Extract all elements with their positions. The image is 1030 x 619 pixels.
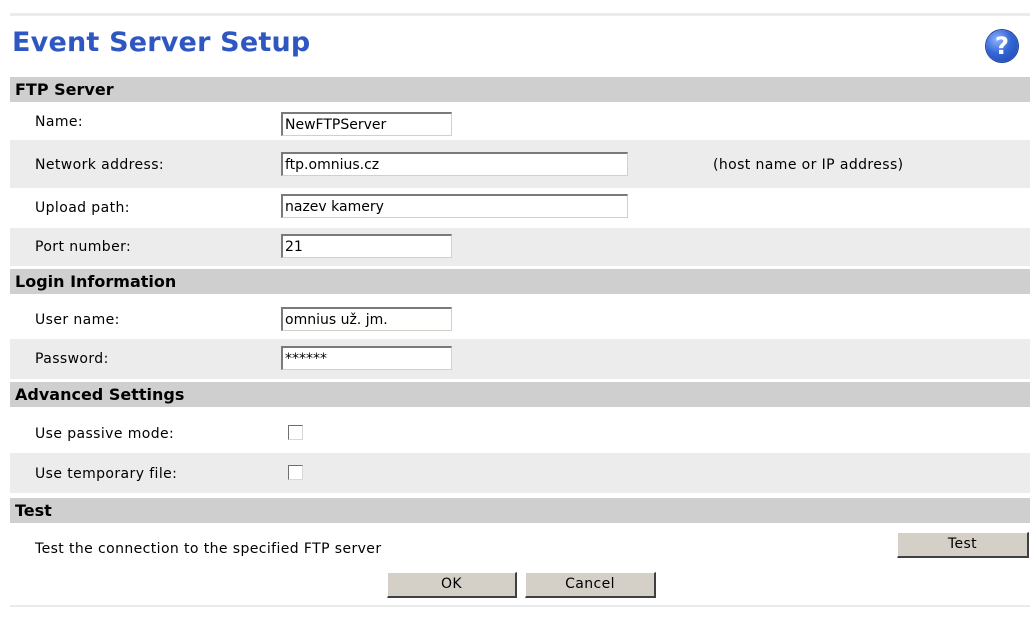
test-button[interactable]: Test	[897, 532, 1029, 558]
question-mark-icon[interactable]: ?	[986, 30, 1018, 62]
password-field[interactable]	[281, 346, 452, 370]
password-label: Password:	[35, 351, 109, 367]
top-divider	[10, 13, 1030, 16]
test-description: Test the connection to the specified FTP…	[35, 541, 382, 557]
row-user-name: User name:	[10, 294, 1030, 339]
row-network-address: Network address: (host name or IP addres…	[10, 140, 1030, 188]
row-name: Name:	[10, 102, 1030, 140]
name-label: Name:	[35, 114, 84, 130]
upload-path-field[interactable]	[281, 194, 628, 218]
section-test: Test	[10, 498, 1030, 523]
passive-mode-checkbox[interactable]	[288, 425, 303, 440]
row-upload-path: Upload path:	[10, 188, 1030, 228]
upload-path-label: Upload path:	[35, 200, 130, 216]
user-name-label: User name:	[35, 312, 120, 328]
passive-mode-label: Use passive mode:	[35, 426, 175, 442]
row-temporary-file: Use temporary file:	[10, 453, 1030, 493]
row-port-number: Port number:	[10, 228, 1030, 266]
network-address-field[interactable]	[281, 152, 628, 176]
port-number-label: Port number:	[35, 239, 132, 255]
row-password: Password:	[10, 339, 1030, 379]
temporary-file-checkbox[interactable]	[288, 465, 303, 480]
port-number-field[interactable]	[281, 234, 452, 258]
row-passive-mode: Use passive mode:	[10, 407, 1030, 453]
section-advanced-settings: Advanced Settings	[10, 382, 1030, 407]
network-address-hint: (host name or IP address)	[713, 157, 904, 173]
network-address-label: Network address:	[35, 157, 165, 173]
section-ftp-server: FTP Server	[10, 77, 1030, 102]
bottom-divider	[10, 605, 1030, 607]
ok-button[interactable]: OK	[387, 572, 517, 598]
temporary-file-label: Use temporary file:	[35, 466, 178, 482]
page-title: Event Server Setup	[12, 27, 311, 58]
section-login-information: Login Information	[10, 269, 1030, 294]
cancel-button[interactable]: Cancel	[525, 572, 656, 598]
user-name-field[interactable]	[281, 307, 452, 331]
name-field[interactable]	[281, 112, 452, 136]
